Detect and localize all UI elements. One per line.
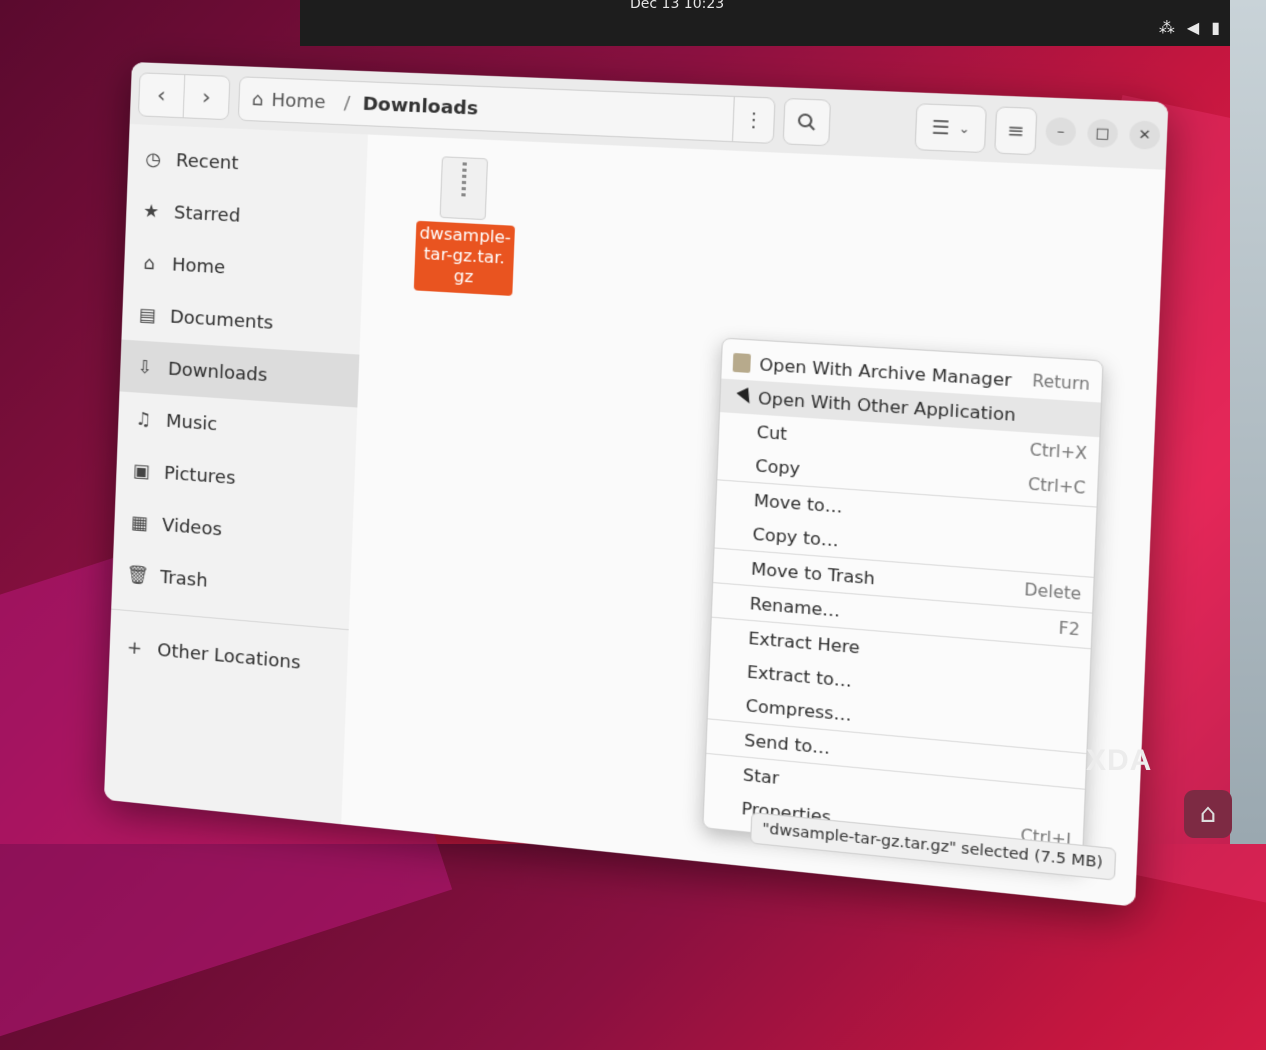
clock[interactable]: Dec 13 10:23: [630, 0, 724, 12]
file-manager-window: ‹ › ⌂ Home / Downloads ⋮ ☰ ⌄ ≡ – □ ✕ ◷ Re…: [103, 62, 1169, 907]
trash-icon: 🗑: [125, 563, 150, 587]
context-menu: Open With Archive Manager Return Open Wi…: [702, 337, 1104, 867]
search-icon: [796, 112, 817, 132]
chevron-left-icon: ‹: [156, 82, 167, 108]
network-icon[interactable]: ⁂: [1159, 18, 1175, 37]
close-icon: ✕: [1137, 126, 1152, 144]
music-icon: ♫: [134, 408, 152, 431]
home-icon: ⌂: [251, 88, 264, 111]
maximize-icon: □: [1095, 124, 1111, 142]
list-view-icon: ☰: [930, 116, 950, 140]
vertical-dots-icon: ⋮: [743, 108, 765, 132]
sidebar-item-label: Music: [165, 410, 218, 435]
menu-item-label: Extract to…: [746, 661, 853, 691]
sidebar-item-label: Pictures: [163, 462, 236, 489]
sidebar-item-label: Trash: [159, 566, 209, 592]
menu-accelerator: Ctrl+X: [1029, 440, 1088, 464]
star-icon: ★: [142, 200, 160, 223]
archive-file-icon[interactable]: [439, 156, 489, 221]
menu-item-label: Copy to…: [752, 523, 840, 551]
dock-home-button[interactable]: ⌂: [1184, 790, 1232, 838]
sidebar-item-label: Recent: [175, 149, 239, 174]
menu-accelerator: Return: [1031, 371, 1091, 395]
video-icon: ▦: [130, 511, 149, 535]
file-name-label[interactable]: dwsample- tar-gz.tar. gz: [413, 220, 516, 296]
chevron-down-icon: ⌄: [958, 120, 971, 137]
top-bar: Dec 13 10:23 ⁂ ◀ ▮: [300, 0, 1230, 46]
minimize-icon: –: [1056, 123, 1065, 140]
menu-item-label: Compress…: [745, 694, 852, 725]
path-current[interactable]: Downloads: [356, 93, 478, 119]
menu-item-label: Rename…: [749, 592, 841, 621]
clock-icon: ◷: [144, 148, 162, 170]
archive-manager-icon: [732, 352, 751, 373]
back-button[interactable]: ‹: [139, 73, 184, 117]
path-separator: /: [343, 92, 351, 114]
sidebar-item-label: Other Locations: [156, 639, 301, 674]
close-button[interactable]: ✕: [1128, 120, 1161, 150]
chevron-right-icon: ›: [201, 84, 212, 110]
menu-item-label: Send to…: [743, 729, 831, 758]
path-home-label: Home: [271, 89, 327, 113]
home-icon: ⌂: [1199, 799, 1217, 829]
desktop-edge: [1230, 0, 1266, 844]
navigation-buttons: ‹ ›: [137, 72, 231, 121]
hamburger-icon: ≡: [1006, 119, 1025, 143]
menu-item-label: Move to…: [753, 489, 844, 517]
volume-icon[interactable]: ◀: [1187, 18, 1199, 37]
home-icon: ⌂: [143, 252, 156, 274]
system-tray[interactable]: ⁂ ◀ ▮: [1159, 18, 1220, 37]
file-view: dwsample- tar-gz.tar. gz Open With Archi…: [341, 134, 1166, 907]
battery-icon[interactable]: ▮: [1211, 18, 1220, 37]
xda-watermark: XDA: [1086, 744, 1153, 777]
sidebar-item-label: Downloads: [167, 358, 268, 386]
sidebar-item-label: Documents: [169, 305, 274, 334]
path-menu-button[interactable]: ⋮: [731, 96, 775, 143]
path-home-button[interactable]: ⌂ Home: [239, 88, 338, 113]
plus-icon: +: [126, 636, 143, 659]
zipper-icon: [461, 162, 467, 200]
menu-item-label: Star: [742, 764, 780, 788]
forward-button[interactable]: ›: [182, 75, 230, 120]
menu-accelerator: Delete: [1023, 580, 1082, 605]
menu-accelerator: F2: [1058, 618, 1081, 640]
search-button[interactable]: [782, 97, 832, 147]
minimize-button[interactable]: –: [1045, 116, 1077, 147]
menu-item-label: Move to Trash: [750, 558, 876, 589]
menu-item-label: Copy: [754, 455, 801, 479]
sidebar-item-label: Home: [171, 253, 226, 278]
menu-item-label: Cut: [756, 421, 788, 444]
sidebar-item-other-locations[interactable]: + Other Locations: [109, 620, 348, 694]
mouse-cursor-icon: [736, 387, 756, 407]
document-icon: ▤: [138, 304, 157, 327]
view-toggle-button[interactable]: ☰ ⌄: [914, 103, 987, 154]
maximize-button[interactable]: □: [1086, 118, 1119, 149]
menu-accelerator: Ctrl+C: [1027, 474, 1087, 499]
sidebar-item-label: Starred: [173, 201, 241, 227]
menu-item-label: Extract Here: [747, 627, 861, 658]
download-icon: ⇩: [137, 356, 154, 379]
picture-icon: ▣: [132, 459, 151, 483]
sidebar: ◷ Recent ★ Starred ⌂ Home ▤ Documents ⇩ Downl…: [103, 123, 369, 825]
sidebar-item-label: Videos: [161, 514, 223, 541]
main-menu-button[interactable]: ≡: [994, 106, 1038, 156]
